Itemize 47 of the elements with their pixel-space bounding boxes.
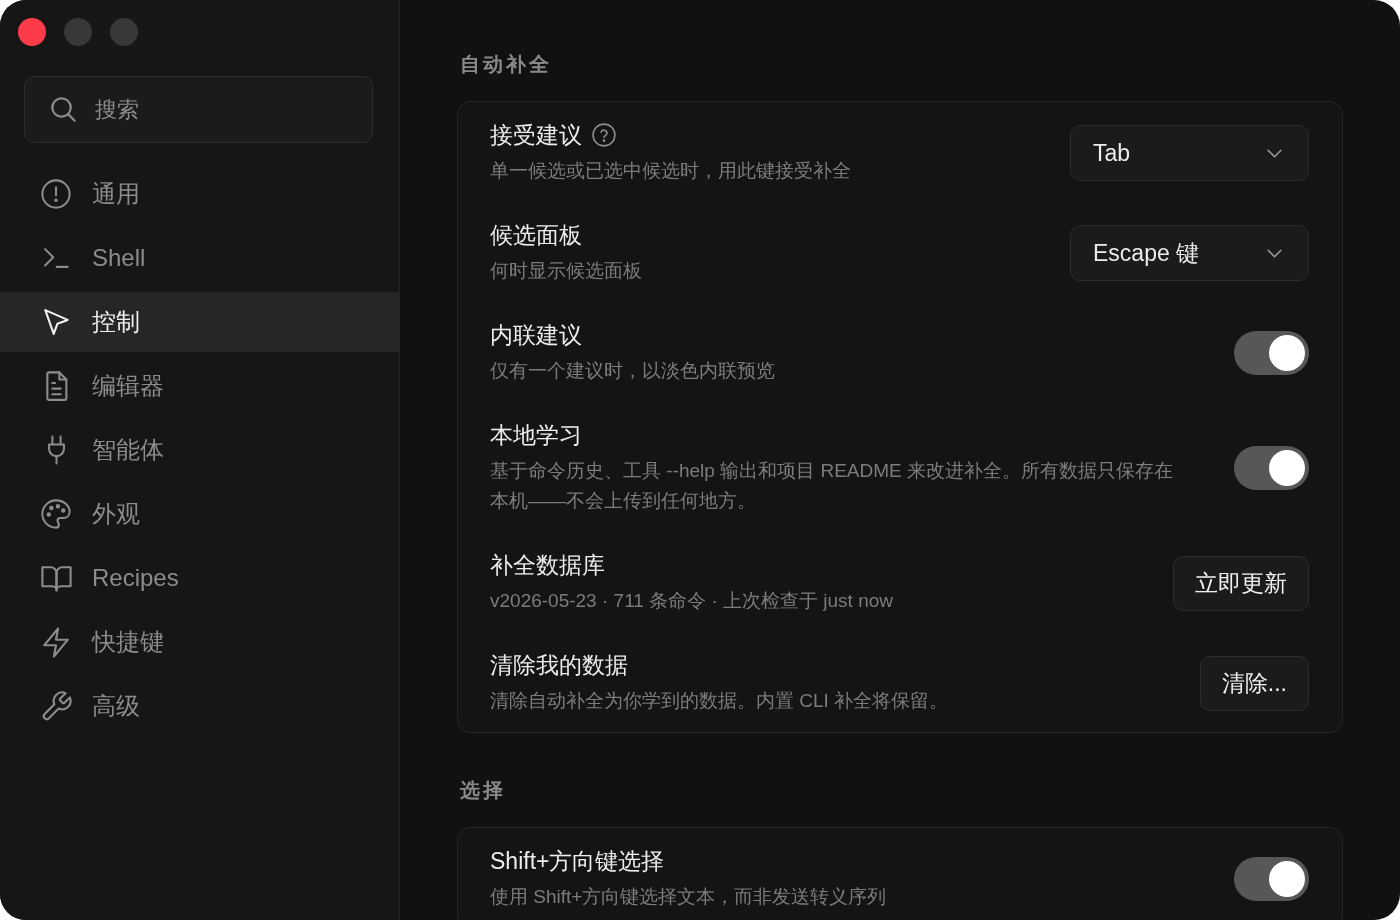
- toggle-switch[interactable]: [1234, 857, 1309, 901]
- setting-title: Shift+方向键选择: [490, 847, 665, 876]
- setting-description: 单一候选或已选中候选时，用此键接受补全: [490, 159, 852, 183]
- lightning-icon: [42, 626, 70, 658]
- plug-icon: [46, 435, 66, 465]
- section-title: 自动补全: [460, 52, 553, 77]
- setting-description: 清除自动补全为你学到的数据。内置 CLI 补全将保留。: [490, 689, 950, 713]
- action-button[interactable]: 清除...: [1199, 655, 1309, 711]
- section-title: 选择: [460, 778, 507, 803]
- sidebar-item[interactable]: 编辑器: [0, 356, 399, 416]
- setting-description: 何时显示候选面板: [490, 259, 643, 283]
- search-field[interactable]: 搜索: [24, 76, 373, 143]
- setting-description: 仅有一个建议时，以淡色内联预览: [490, 359, 776, 383]
- palette-icon: [41, 499, 71, 529]
- sidebar-item[interactable]: Recipes: [0, 548, 399, 608]
- dropdown-select[interactable]: Tab: [1070, 125, 1309, 181]
- cursor-arrow-icon: [42, 308, 70, 336]
- setting-title: 补全数据库: [490, 551, 605, 580]
- terminal-prompt-icon: [43, 247, 69, 269]
- setting-description: 基于命令历史、工具 --help 输出和项目 README 来改进补全。所有数据只保存在本机——不会上传到任何地方。: [490, 459, 1174, 513]
- open-book-icon: [40, 564, 72, 592]
- sidebar-item[interactable]: 外观: [0, 484, 399, 544]
- setting-title: 清除我的数据: [490, 651, 628, 680]
- sidebar-item[interactable]: 高级: [0, 676, 399, 736]
- search-icon: [51, 97, 76, 122]
- exclamation-circle-icon: [41, 179, 71, 209]
- setting-description: v2026-05-23 · 711 条命令 · 上次检查于 just now: [490, 589, 894, 613]
- setting-description: 使用 Shift+方向键选择文本，而非发送转义序列: [490, 885, 888, 909]
- sidebar-item[interactable]: 快捷键: [0, 612, 399, 672]
- action-button[interactable]: 立即更新: [1173, 555, 1309, 611]
- setting-title: 内联建议: [490, 321, 582, 350]
- setting-title: 接受建议: [490, 121, 582, 150]
- setting-title: 候选面板: [490, 221, 582, 250]
- sidebar-item[interactable]: 通用: [0, 164, 399, 224]
- chevron-down-icon: [1267, 248, 1282, 258]
- toggle-switch[interactable]: [1234, 446, 1309, 490]
- sidebar-item[interactable]: Shell: [0, 228, 399, 288]
- document-icon: [44, 370, 68, 402]
- sidebar-item[interactable]: 智能体: [0, 420, 399, 480]
- help-icon[interactable]: [592, 123, 616, 147]
- close-button[interactable]: [18, 18, 46, 46]
- wrench-icon: [40, 690, 72, 722]
- sidebar-item[interactable]: 控制: [0, 292, 399, 352]
- setting-title: 本地学习: [490, 421, 582, 450]
- dropdown-select[interactable]: Escape 键: [1070, 225, 1309, 281]
- toggle-switch[interactable]: [1234, 331, 1309, 375]
- chevron-down-icon: [1267, 148, 1282, 158]
